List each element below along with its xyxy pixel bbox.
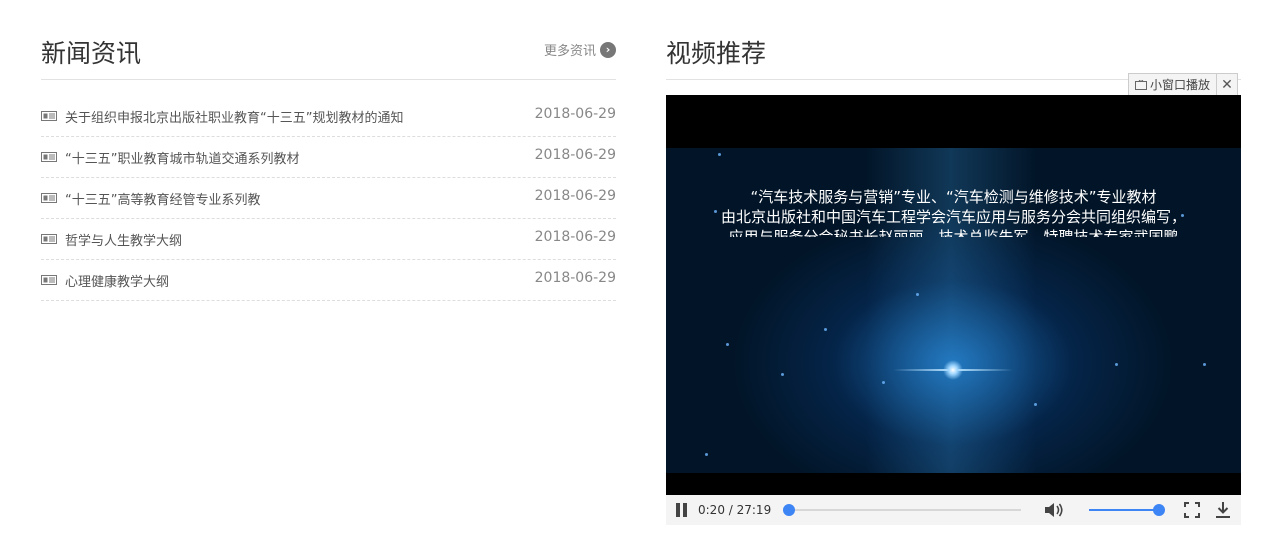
newspaper-icon [41,193,57,203]
newspaper-icon [41,275,57,285]
pause-icon [676,503,680,517]
newspaper-icon [41,234,57,244]
news-header: 新闻资讯 更多资讯 › [41,28,616,80]
video-controls: 0:20 / 27:19 [666,495,1241,525]
fullscreen-icon[interactable] [1184,502,1200,518]
mini-window-play-button[interactable]: 小窗口播放 [1129,74,1218,95]
particle [718,153,721,156]
mini-window-play-label: 小窗口播放 [1150,78,1211,92]
particle [1203,363,1206,366]
news-list: 关于组织申报北京出版社职业教育“十三五”规划教材的通知 2018-06-29 “… [41,96,616,301]
news-item: 心理健康教学大纲 2018-06-29 [41,260,616,301]
news-item: 哲学与人生教学大纲 2018-06-29 [41,219,616,260]
caption-line: 应用与服务分会秘书长赵丽丽、技术总监朱军、特聘技术专家武国鹏 [728,228,1179,237]
news-item: “十三五”高等教育经管专业系列教 2018-06-29 [41,178,616,219]
volume-handle[interactable] [1153,504,1165,516]
particle [1034,403,1037,406]
particle [781,373,784,376]
video-caption: “汽车技术服务与营销”专业、“汽车检测与维修技术”专业教材 由北京出版社和中国汽… [666,187,1241,237]
download-icon[interactable] [1215,501,1231,519]
video-player[interactable]: “汽车技术服务与营销”专业、“汽车检测与维修技术”专业教材 由北京出版社和中国汽… [666,95,1241,495]
news-item-date: 2018-06-29 [534,270,616,286]
more-news-label: 更多资讯 [543,44,596,59]
news-item: “十三五”职业教育城市轨道交通系列教材 2018-06-29 [41,137,616,178]
mini-window-bar: 小窗口播放 ✕ [1128,73,1239,96]
news-item-date: 2018-06-29 [534,229,616,245]
pause-button[interactable] [676,503,688,517]
particle [1115,363,1118,366]
glow-star [943,360,963,380]
news-item-title[interactable]: 心理健康教学大纲 [65,271,169,290]
particle [726,343,729,346]
volume-icon[interactable] [1044,502,1064,518]
newspaper-icon [41,111,57,121]
pause-icon [683,503,687,517]
progress-handle[interactable] [782,504,795,516]
particle [705,453,708,456]
particle [824,328,827,331]
caption-line: “汽车技术服务与营销”专业、“汽车检测与维修技术”专业教材 [750,188,1157,206]
chevron-right-circle-icon: › [600,41,616,58]
news-item-title[interactable]: “十三五”高等教育经管专业系列教 [65,189,260,208]
more-news-link[interactable]: 更多资讯 › [544,40,616,59]
news-item-date: 2018-06-29 [534,147,616,163]
news-section: 新闻资讯 更多资讯 › 关于组织申报北京出版社职业教育“十三五”规划教材的通知 … [41,28,616,301]
news-title: 新闻资讯 [41,39,142,68]
news-item: 关于组织申报北京出版社职业教育“十三五”规划教材的通知 2018-06-29 [41,96,616,137]
progress-bar[interactable] [782,504,1021,516]
video-title: 视频推荐 [666,39,767,68]
volume-slider[interactable] [1089,504,1165,516]
news-item-date: 2018-06-29 [534,106,616,122]
tv-icon [1135,79,1147,90]
time-display: 0:20 / 27:19 [698,503,772,517]
news-item-title[interactable]: 哲学与人生教学大纲 [65,230,182,249]
newspaper-icon [41,152,57,162]
caption-line: 由北京出版社和中国汽车工程学会汽车应用与服务分会共同组织编写， [720,208,1186,226]
particle [916,293,919,296]
news-item-title[interactable]: “十三五”职业教育城市轨道交通系列教材 [65,148,299,167]
particle [882,381,885,384]
news-item-date: 2018-06-29 [534,188,616,204]
close-button[interactable]: ✕ [1217,74,1237,95]
news-item-title[interactable]: 关于组织申报北京出版社职业教育“十三五”规划教材的通知 [65,107,403,126]
